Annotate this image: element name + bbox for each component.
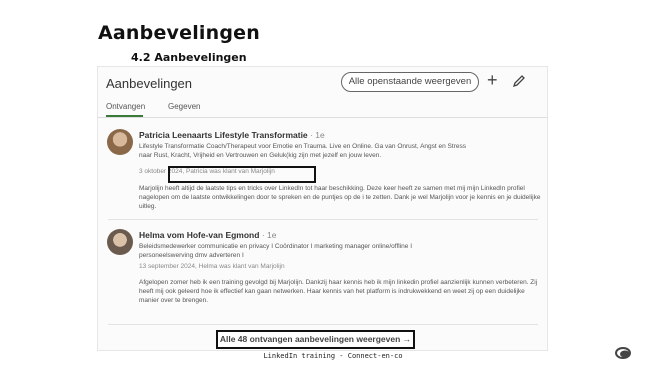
recommender-name[interactable]: Patricia Leenaarts Lifestyle Transformat… bbox=[139, 130, 325, 140]
recommendation-text: Marjolijn heeft altijd de laatste tips e… bbox=[139, 185, 541, 210]
recommender-name[interactable]: Helma vom Hofe-van Egmond · 1e bbox=[139, 230, 276, 240]
slide-footer: LinkedIn training - Connect-en-co bbox=[263, 352, 403, 360]
show-pending-button[interactable]: Alle openstaande weergeven bbox=[341, 72, 479, 92]
recommendation-text: Afgelopen zomer heb ik een training gevo… bbox=[139, 279, 538, 304]
logo-icon bbox=[615, 347, 631, 359]
recommender-headline: Beleidsmedewerker communicatie en privac… bbox=[139, 243, 413, 250]
divider bbox=[108, 324, 538, 325]
panel-title: Aanbevelingen bbox=[106, 76, 193, 91]
recommender-headline: Lifestyle Transformatie Coach/Therapeut … bbox=[139, 143, 466, 150]
connection-degree: · 1e bbox=[261, 230, 277, 240]
recommender-headline: personeelswerving dmv adverteren I bbox=[139, 252, 244, 259]
divider bbox=[98, 117, 547, 118]
avatar[interactable] bbox=[107, 129, 133, 155]
tab-received[interactable]: Ontvangen bbox=[106, 102, 145, 111]
connection-degree: · 1e bbox=[310, 130, 325, 140]
plus-icon[interactable]: + bbox=[487, 70, 498, 90]
recommender-name-text[interactable]: Patricia Leenaarts Lifestyle Transformat… bbox=[139, 130, 308, 140]
divider bbox=[108, 219, 538, 220]
pencil-icon[interactable] bbox=[512, 74, 526, 88]
slide-title: Aanbevelingen bbox=[98, 22, 260, 44]
slide-subtitle: 4.2 Aanbevelingen bbox=[131, 51, 247, 64]
recommender-headline: naar Rust, Kracht, Vrijheid en Vertrouwe… bbox=[139, 152, 382, 159]
avatar[interactable] bbox=[107, 229, 133, 255]
recommendation-meta: 13 september 2024, Helma was klant van M… bbox=[139, 263, 285, 270]
recommender-name-text[interactable]: Helma vom Hofe-van Egmond bbox=[139, 230, 259, 240]
recommendations-panel: Aanbevelingen Alle openstaande weergeven… bbox=[97, 66, 548, 351]
highlight-box bbox=[168, 166, 316, 183]
tab-given[interactable]: Gegeven bbox=[168, 102, 200, 111]
show-all-recommendations-link[interactable]: Alle 48 ontvangen aanbevelingen weergeve… bbox=[216, 330, 415, 349]
